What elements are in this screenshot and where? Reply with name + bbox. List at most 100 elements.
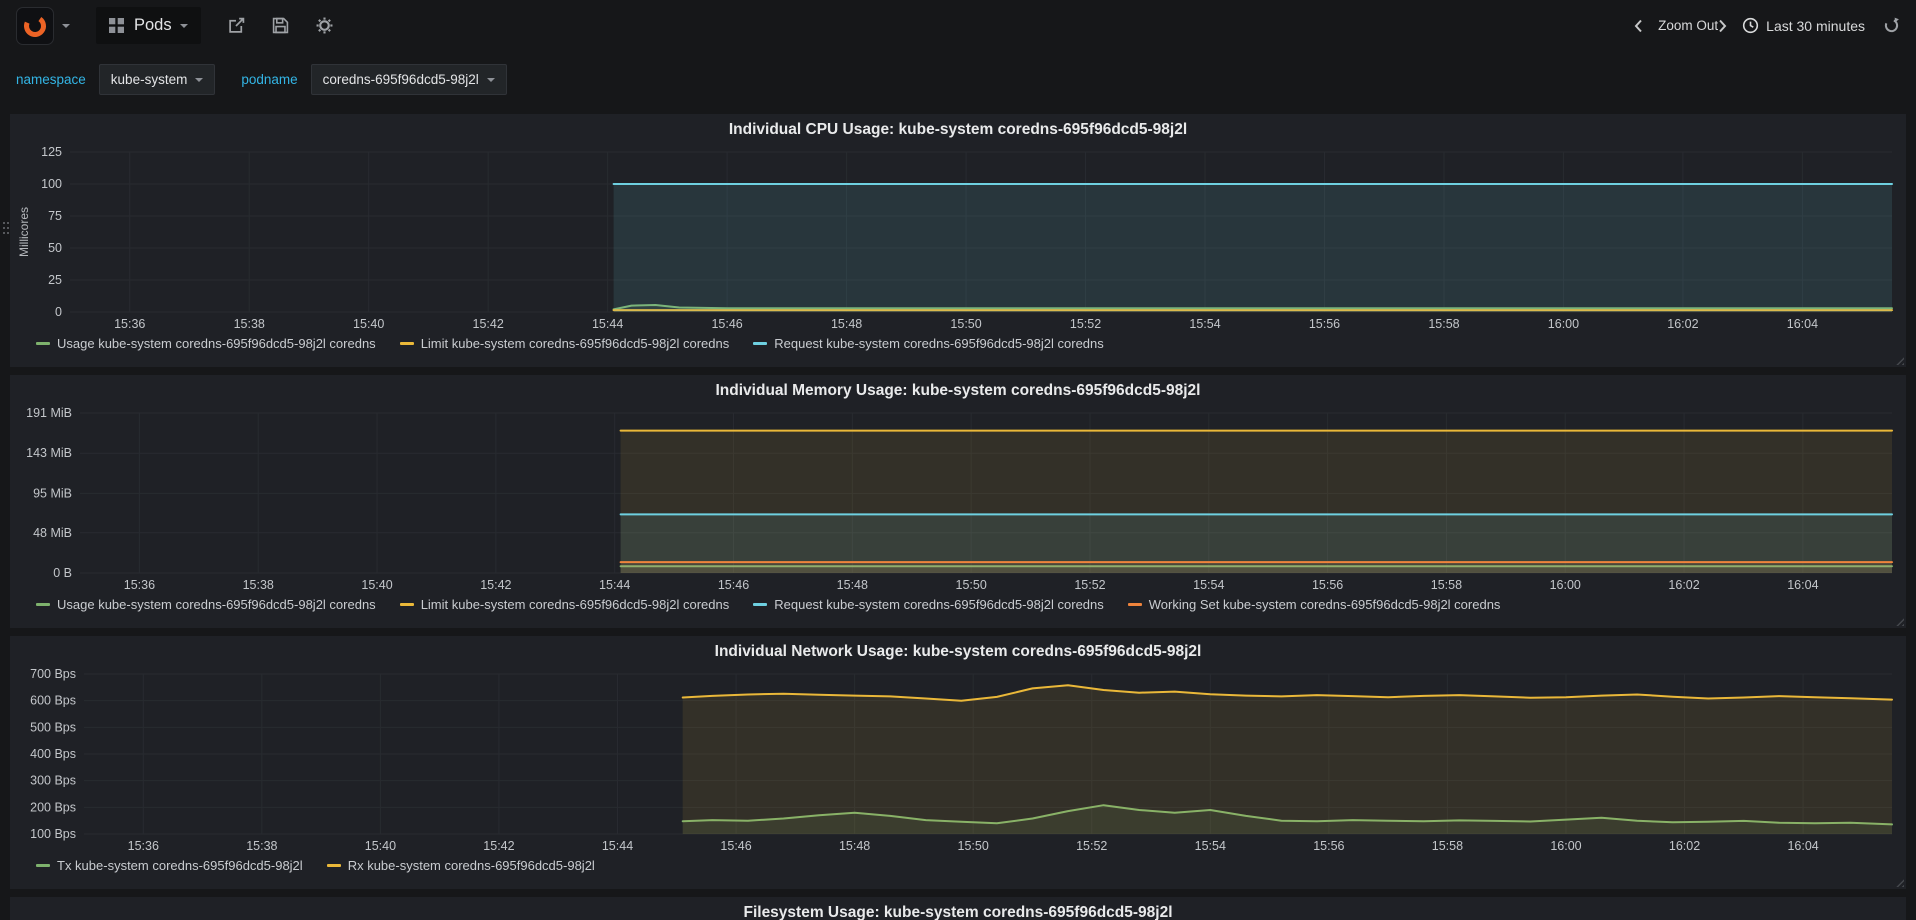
network-legend: Tx kube-system coredns-695f96dcd5-98j2l R… [10, 854, 1906, 873]
x-tick-label: 16:00 [1550, 578, 1581, 592]
legend-item[interactable]: Request kube-system coredns-695f96dcd5-9… [753, 597, 1104, 612]
variable-podname-value[interactable]: coredns-695f96dcd5-98j2l [310, 64, 507, 95]
legend-series-label: Tx kube-system coredns-695f96dcd5-98j2l [57, 858, 303, 873]
legend-series-swatch-icon [399, 603, 414, 606]
legend-series-swatch-icon [36, 603, 50, 606]
legend-series-label: Request kube-system coredns-695f96dcd5-9… [774, 597, 1104, 612]
variable-namespace-value[interactable]: kube-system [98, 64, 216, 95]
y-tick-label: 100 [41, 177, 62, 191]
panel-title-network[interactable]: Individual Network Usage: kube-system co… [10, 636, 1906, 666]
legend-item[interactable]: Limit kube-system coredns-695f96dcd5-98j… [399, 597, 729, 612]
row-drag-handle[interactable] [3, 222, 5, 224]
dashboard-picker[interactable]: Pods [96, 7, 201, 44]
zoom-out-button[interactable]: Zoom Out [1658, 18, 1718, 33]
x-tick-label: 15:36 [128, 839, 159, 853]
time-range-picker[interactable]: Last 30 minutes [1742, 17, 1865, 34]
navbar-right-controls: Zoom Out Last 30 minutes [1634, 17, 1900, 34]
y-tick-label: 100 Bps [30, 827, 76, 841]
network-chart-wrap: 100 Bps 200 Bps 300 Bps 400 Bps 500 Bps 600 B… [10, 666, 1906, 854]
panel-resize-handle[interactable] [1893, 354, 1904, 365]
dashboard-caret-down-icon [179, 23, 188, 28]
gear-icon [316, 17, 333, 34]
x-tick-label: 15:56 [1313, 839, 1344, 853]
x-tick-label: 15:44 [592, 317, 623, 331]
x-tick-label: 15:40 [361, 578, 392, 592]
variable-podname: podname coredns-695f96dcd5-98j2l [241, 64, 507, 95]
panel-memory-usage: Individual Memory Usage: kube-system cor… [10, 375, 1906, 628]
save-button[interactable] [272, 17, 289, 34]
chevron-right-icon [1719, 19, 1727, 32]
legend-series-label: Usage kube-system coredns-695f96dcd5-98j… [57, 336, 376, 351]
variable-namespace: namespace kube-system [16, 64, 216, 95]
y-tick-label: 75 [48, 209, 62, 223]
legend-series-label: Rx kube-system coredns-695f96dcd5-98j2l [347, 858, 595, 873]
y-tick-label: 700 Bps [30, 667, 76, 681]
settings-button[interactable] [316, 17, 333, 34]
top-navbar: Pods Zoom Out Last 30 minutes [0, 0, 1916, 51]
x-tick-label: 15:54 [1193, 578, 1224, 592]
x-tick-label: 15:48 [837, 578, 868, 592]
x-tick-label: 16:00 [1548, 317, 1579, 331]
panel-resize-handle[interactable] [1893, 876, 1904, 887]
x-tick-label: 15:56 [1312, 578, 1343, 592]
x-tick-label: 15:46 [711, 317, 742, 331]
legend-series-swatch-icon [753, 603, 768, 606]
y-tick-label: 125 [41, 145, 62, 159]
panel-title-filesystem[interactable]: Filesystem Usage: kube-system coredns-69… [10, 897, 1906, 920]
variable-podname-caret-down-icon [486, 77, 495, 82]
x-tick-label: 15:46 [718, 578, 749, 592]
legend-series-label: Limit kube-system coredns-695f96dcd5-98j… [420, 336, 730, 351]
cpu-usage-chart[interactable]: 0 25 50 75 100 125 15:36 15:38 15:40 15:42 15:44 15… [16, 144, 1900, 332]
x-tick-label: 16:04 [1787, 578, 1818, 592]
x-tick-label: 16:02 [1667, 317, 1698, 331]
x-tick-label: 15:44 [599, 578, 630, 592]
x-tick-label: 15:50 [956, 578, 987, 592]
grafana-logo[interactable] [16, 6, 54, 45]
dashboard-body: Individual CPU Usage: kube-system coredn… [0, 100, 1916, 920]
series-fill [613, 184, 1892, 312]
panel-title-memory[interactable]: Individual Memory Usage: kube-system cor… [10, 375, 1906, 405]
y-tick-label: 95 MiB [33, 486, 72, 500]
x-tick-label: 15:58 [1432, 839, 1463, 853]
y-tick-label: 0 [55, 305, 62, 319]
legend-series-swatch-icon [36, 342, 50, 345]
x-tick-label: 15:52 [1070, 317, 1101, 331]
time-shift-forward-button[interactable] [1718, 19, 1727, 33]
x-tick-label: 15:54 [1189, 317, 1220, 331]
x-tick-label: 16:04 [1787, 317, 1818, 331]
y-tick-label: 25 [48, 273, 62, 287]
x-tick-label: 15:38 [246, 839, 277, 853]
legend-item[interactable]: Usage kube-system coredns-695f96dcd5-98j… [36, 597, 376, 612]
y-axis-label: Millicores [17, 207, 31, 257]
variable-namespace-label: namespace [16, 72, 86, 87]
x-tick-label: 15:42 [483, 839, 514, 853]
series-fill [620, 562, 1892, 573]
x-tick-label: 15:56 [1309, 317, 1340, 331]
legend-item[interactable]: Working Set kube-system coredns-695f96dc… [1127, 597, 1500, 612]
legend-item[interactable]: Usage kube-system coredns-695f96dcd5-98j… [36, 336, 376, 351]
variable-namespace-value-text: kube-system [110, 72, 188, 87]
legend-item[interactable]: Limit kube-system coredns-695f96dcd5-98j… [399, 336, 730, 351]
y-tick-label: 300 Bps [30, 774, 76, 788]
legend-series-swatch-icon [36, 864, 50, 867]
refresh-button[interactable] [1883, 17, 1900, 34]
grafana-logo-icon [24, 14, 46, 37]
share-button[interactable] [228, 17, 245, 34]
dashboard-title: Pods [134, 16, 172, 34]
x-tick-label: 15:48 [831, 317, 862, 331]
x-tick-label: 16:00 [1550, 839, 1581, 853]
legend-item[interactable]: Tx kube-system coredns-695f96dcd5-98j2l [36, 858, 303, 873]
legend-item[interactable]: Rx kube-system coredns-695f96dcd5-98j2l [326, 858, 595, 873]
legend-item[interactable]: Request kube-system coredns-695f96dcd5-9… [753, 336, 1104, 351]
memory-usage-chart[interactable]: 0 B 48 MiB 95 MiB 143 MiB 191 MiB 15:36 15:38 1… [16, 405, 1900, 593]
org-caret-down-icon[interactable] [62, 23, 70, 28]
panel-title-cpu[interactable]: Individual CPU Usage: kube-system coredn… [10, 114, 1906, 144]
time-range-label: Last 30 minutes [1766, 17, 1865, 34]
refresh-icon [1884, 17, 1899, 33]
x-tick-label: 15:42 [473, 317, 504, 331]
network-usage-chart[interactable]: 100 Bps 200 Bps 300 Bps 400 Bps 500 Bps 600 B… [16, 666, 1900, 854]
time-shift-back-button[interactable] [1634, 19, 1643, 33]
panel-resize-handle[interactable] [1893, 615, 1904, 626]
x-tick-label: 15:44 [602, 839, 633, 853]
x-tick-label: 16:02 [1669, 839, 1700, 853]
